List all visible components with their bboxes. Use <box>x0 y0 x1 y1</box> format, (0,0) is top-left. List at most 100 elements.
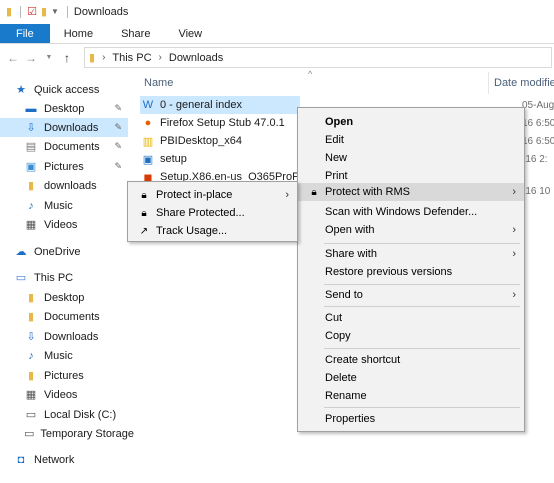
nav-item-music[interactable]: ♪ Music <box>0 196 128 215</box>
pin-icon[interactable]: ✎ <box>114 161 122 172</box>
nav-item-videos[interactable]: ▦ Videos <box>0 215 128 234</box>
submenu-item-protect-in-place[interactable]: 🔒︎ Protect in-place › <box>128 186 297 204</box>
nav-pc-temporary-storage[interactable]: ▭ Temporary Storage <box>0 424 134 443</box>
menu-item-share-with[interactable]: Share with › <box>298 245 524 263</box>
window-title: Downloads <box>73 6 129 18</box>
nav-label: This PC <box>34 271 74 284</box>
nav-label: Downloads <box>44 121 99 134</box>
folder-icon: ▮ <box>27 180 35 192</box>
column-name[interactable]: Name <box>144 77 173 89</box>
downloads-folder-icon: ⇩ <box>26 122 36 134</box>
menu-item-copy[interactable]: Copy <box>298 327 524 345</box>
menu-item-label: Share with <box>325 248 377 260</box>
customize-toolbar-icon[interactable]: ▼ <box>51 5 59 19</box>
breadcrumb-this-pc[interactable]: This PC <box>112 52 151 64</box>
pin-icon[interactable]: ✎ <box>114 141 122 152</box>
menu-item-restore-previous[interactable]: Restore previous versions <box>298 263 524 281</box>
tab-view[interactable]: View <box>164 24 216 43</box>
submenu-item-track-usage[interactable]: ↗ Track Usage... <box>128 222 297 240</box>
column-date-modified[interactable]: Date modified <box>494 77 554 89</box>
nav-label: Temporary Storage <box>40 427 134 440</box>
menu-item-open-with[interactable]: Open with › <box>298 221 524 239</box>
nav-label: Network <box>34 453 75 466</box>
share-lock-icon: 🔒︎ <box>141 207 147 219</box>
address-folder-icon: ▮ <box>89 52 96 64</box>
word-doc-icon: W <box>142 99 154 111</box>
tab-file[interactable]: File <box>0 24 50 43</box>
back-arrow-icon[interactable]: ← <box>4 51 22 65</box>
menu-item-properties[interactable]: Properties <box>298 410 524 428</box>
file-date: 16 6:50 <box>522 118 554 129</box>
menu-item-cut[interactable]: Cut <box>298 309 524 327</box>
address-bar[interactable]: ▮ › This PC › Downloads <box>84 47 552 68</box>
menu-item-create-shortcut[interactable]: Create shortcut <box>298 351 524 369</box>
title-bar: ▮ ☑ ▮ ▼ Downloads <box>0 0 554 24</box>
nav-label: Pictures <box>44 160 84 173</box>
pin-icon[interactable]: ✎ <box>114 122 122 133</box>
ribbon-tabs: File Home Share View <box>0 24 554 44</box>
nav-pc-videos[interactable]: ▦ Videos <box>0 385 128 404</box>
file-date: 16 6:50 <box>522 136 554 147</box>
cloud-icon: ☁ <box>15 246 27 258</box>
nav-item-pictures[interactable]: ▣ Pictures ✎ <box>0 157 128 176</box>
quick-access-divider <box>20 6 22 18</box>
nav-label: Pictures <box>44 369 84 382</box>
menu-separator <box>324 348 520 349</box>
nav-onedrive[interactable]: ☁ OneDrive <box>0 242 128 261</box>
title-divider <box>66 6 68 18</box>
submenu-arrow-icon: › <box>512 186 516 198</box>
up-arrow-icon[interactable]: ↑ <box>58 51 76 65</box>
nav-this-pc[interactable]: ▭ This PC <box>0 268 128 287</box>
menu-item-open[interactable]: Open <box>298 113 524 131</box>
firefox-icon: ● <box>144 117 152 129</box>
recent-locations-chevron-icon[interactable]: ▼ <box>40 54 58 61</box>
file-name: setup <box>160 153 187 165</box>
menu-item-rename[interactable]: Rename <box>298 387 524 405</box>
nav-network[interactable]: ◘ Network <box>0 450 128 469</box>
menu-item-send-to[interactable]: Send to › <box>298 286 524 304</box>
external-link-icon: ↗ <box>139 225 149 237</box>
setup-icon: ▣ <box>142 153 154 166</box>
new-folder-icon[interactable]: ▮ <box>41 5 47 19</box>
file-name: 0 - general index <box>160 99 242 111</box>
breadcrumb-downloads[interactable]: Downloads <box>169 52 223 64</box>
nav-label: Music <box>44 199 73 212</box>
tab-share[interactable]: Share <box>107 24 164 43</box>
file-date: -16 10 <box>522 186 551 197</box>
nav-label: Music <box>44 349 73 362</box>
documents-folder-icon: ▮ <box>27 311 35 323</box>
forward-arrow-icon[interactable]: → <box>22 51 40 65</box>
nav-item-documents[interactable]: ▤ Documents ✎ <box>0 137 128 156</box>
menu-item-scan-defender[interactable]: Scan with Windows Defender... <box>298 203 524 221</box>
nav-pc-music[interactable]: ♪ Music <box>0 346 128 365</box>
nav-pc-documents[interactable]: ▮ Documents <box>0 307 128 326</box>
lock-icon: 🔒︎ <box>141 189 147 201</box>
nav-pc-downloads[interactable]: ⇩ Downloads <box>0 327 128 346</box>
breadcrumb-separator-icon[interactable]: › <box>102 52 105 63</box>
menu-item-protect-with-rms[interactable]: 🔒︎ Protect with RMS › <box>298 183 524 201</box>
nav-item-downloads-folder[interactable]: ▮ downloads <box>0 176 128 195</box>
nav-pc-local-disk[interactable]: ▭ Local Disk (C:) <box>0 405 128 424</box>
nav-label: downloads <box>44 179 97 192</box>
menu-separator <box>324 407 520 408</box>
tab-home[interactable]: Home <box>50 24 107 43</box>
nav-item-downloads[interactable]: ⇩ Downloads ✎ <box>0 118 128 137</box>
file-row[interactable]: W 0 - general index <box>140 96 300 114</box>
menu-item-edit[interactable]: Edit <box>298 131 524 149</box>
nav-quick-access[interactable]: ★ Quick access <box>14 80 142 99</box>
submenu-item-share-protected[interactable]: 🔒︎ Share Protected... <box>128 204 297 222</box>
file-name: Firefox Setup Stub 47.0.1 <box>160 117 285 129</box>
menu-item-new[interactable]: New <box>298 149 524 167</box>
pin-icon[interactable]: ✎ <box>114 103 122 114</box>
menu-item-delete[interactable]: Delete <box>298 369 524 387</box>
breadcrumb-separator-icon[interactable]: › <box>159 52 162 63</box>
nav-label: Quick access <box>34 83 100 96</box>
nav-item-desktop[interactable]: ▬ Desktop ✎ <box>0 99 128 118</box>
nav-pc-pictures[interactable]: ▮ Pictures <box>0 366 128 385</box>
folder-icon: ▮ <box>6 6 13 18</box>
properties-icon[interactable]: ☑ <box>27 5 37 19</box>
column-divider[interactable] <box>488 72 489 94</box>
pictures-folder-icon: ▣ <box>25 161 37 173</box>
context-menu: Open Edit New Print 🔒︎ Protect with RMS … <box>297 107 525 432</box>
nav-pc-desktop[interactable]: ▮ Desktop <box>0 288 128 307</box>
